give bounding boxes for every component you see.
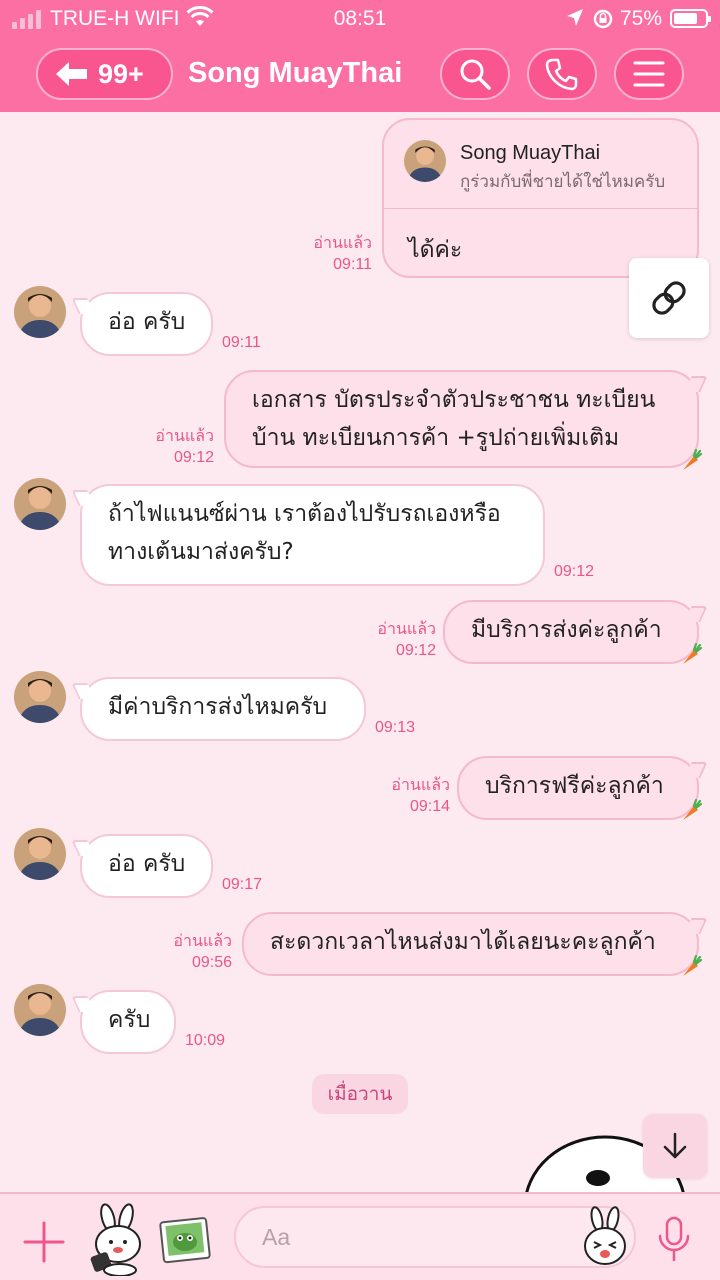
message-text: มีบริการส่งค่ะลูกค้า <box>471 617 662 643</box>
read-receipt: อ่านแล้ว 09:14 <box>391 777 450 815</box>
sender-avatar[interactable] <box>14 286 66 338</box>
quoted-text: กูร่วมกับพี่ชายได้ใช่ไหมครับ <box>460 172 666 192</box>
quoted-sender: Song MuayThai <box>460 142 601 164</box>
message-text: บ้าน ทะเบียนการค้า +รูปถ่ายเพิ่มเติม <box>252 425 620 451</box>
sender-avatar[interactable] <box>14 828 66 880</box>
read-receipt: อ่านแล้ว 09:12 <box>155 428 214 466</box>
chat-title: Song MuayThai <box>188 57 403 89</box>
message-text: ถ้าไฟแนนซ์ผ่าน เราต้องไปรับรถเองหรือ <box>108 501 501 527</box>
battery-percent: 75% <box>620 7 663 30</box>
sender-avatar[interactable] <box>14 478 66 530</box>
menu-button[interactable] <box>614 48 684 100</box>
date-separator: เมื่อวาน <box>312 1074 408 1114</box>
back-button[interactable]: 99+ <box>36 48 173 100</box>
message-text: บริการฟรีค่ะลูกค้า <box>485 773 664 799</box>
sender-avatar[interactable] <box>14 984 66 1036</box>
message-text: อ่อ ครับ <box>108 851 186 877</box>
call-button[interactable] <box>527 48 597 100</box>
message-text: ครับ <box>108 1007 151 1033</box>
message-text: เอกสาร บัตรประจำตัวประชาชน ทะเบียน <box>252 387 656 413</box>
message-text: อ่อ ครับ <box>108 309 186 335</box>
sender-avatar[interactable] <box>14 671 66 723</box>
carrot-icon <box>680 448 703 472</box>
message-text: สะดวกเวลาไหนส่งมาได้เลยนะคะลูกค้า <box>270 929 656 955</box>
read-receipt: อ่านแล้ว 09:56 <box>173 933 232 971</box>
outgoing-message[interactable]: มีบริการส่งค่ะลูกค้า <box>443 600 699 664</box>
outgoing-message[interactable]: บริการฟรีค่ะลูกค้า <box>457 756 699 820</box>
quoted-avatar <box>404 140 446 182</box>
read-receipt: อ่านแล้ว 09:11 <box>313 235 372 273</box>
incoming-message[interactable]: อ่อ ครับ <box>80 292 213 356</box>
timestamp: 10:09 <box>185 1032 226 1049</box>
sticker-icon[interactable] <box>86 1202 150 1276</box>
timestamp: 09:12 <box>554 563 595 580</box>
plus-icon[interactable] <box>22 1220 66 1264</box>
incoming-message[interactable]: ครับ <box>80 990 176 1054</box>
emoji-icon[interactable] <box>580 1206 630 1268</box>
outgoing-message[interactable]: เอกสาร บัตรประจำตัวประชาชน ทะเบียนบ้าน ท… <box>224 370 699 468</box>
timestamp: 09:13 <box>375 719 416 736</box>
rotation-lock-icon <box>593 9 613 29</box>
carrot-icon <box>680 954 703 978</box>
scroll-to-bottom-button[interactable] <box>643 1114 707 1178</box>
message-input[interactable]: Aa <box>234 1206 636 1268</box>
outgoing-message[interactable]: สะดวกเวลาไหนส่งมาได้เลยนะคะลูกค้า <box>242 912 699 976</box>
arrow-down-icon <box>663 1132 687 1159</box>
reply-text: ได้ค่ะ <box>408 237 463 263</box>
carrot-icon <box>680 798 703 822</box>
carrot-icon <box>680 642 703 666</box>
reply-message[interactable]: Song MuayThai กูร่วมกับพี่ชายได้ใช่ไหมคร… <box>382 118 699 278</box>
back-arrow-icon <box>56 62 87 86</box>
battery-icon <box>670 9 711 28</box>
message-text: ทางเต้นมาส่งครับ? <box>108 539 294 565</box>
search-button[interactable] <box>440 48 510 100</box>
phone-icon <box>545 58 578 91</box>
microphone-icon[interactable] <box>656 1216 692 1262</box>
unread-count: 99+ <box>98 58 144 89</box>
message-text: มีค่าบริการส่งไหมครับ <box>108 694 328 720</box>
divider <box>384 208 697 209</box>
timestamp: 09:11 <box>222 334 261 351</box>
link-icon <box>652 281 686 315</box>
input-bar: Aa <box>0 1192 720 1280</box>
location-icon <box>567 9 583 26</box>
chat-area[interactable]: อ่านแล้ว 09:11 Song MuayThai กูร่วมกับพี่… <box>0 112 720 1192</box>
incoming-message[interactable]: ถ้าไฟแนนซ์ผ่าน เราต้องไปรับรถเองหรือทางเ… <box>80 484 545 586</box>
copy-link-button[interactable] <box>629 258 709 338</box>
photo-icon[interactable] <box>158 1214 214 1266</box>
read-receipt: อ่านแล้ว 09:12 <box>377 621 436 659</box>
search-icon <box>460 59 491 90</box>
status-bar: TRUE-H WIFI 08:51 75% <box>0 0 720 38</box>
incoming-message[interactable]: อ่อ ครับ <box>80 834 213 898</box>
timestamp: 09:17 <box>222 876 263 893</box>
chat-header: 99+ Song MuayThai <box>0 38 720 112</box>
incoming-message[interactable]: มีค่าบริการส่งไหมครับ <box>80 677 366 741</box>
menu-icon <box>633 61 665 87</box>
